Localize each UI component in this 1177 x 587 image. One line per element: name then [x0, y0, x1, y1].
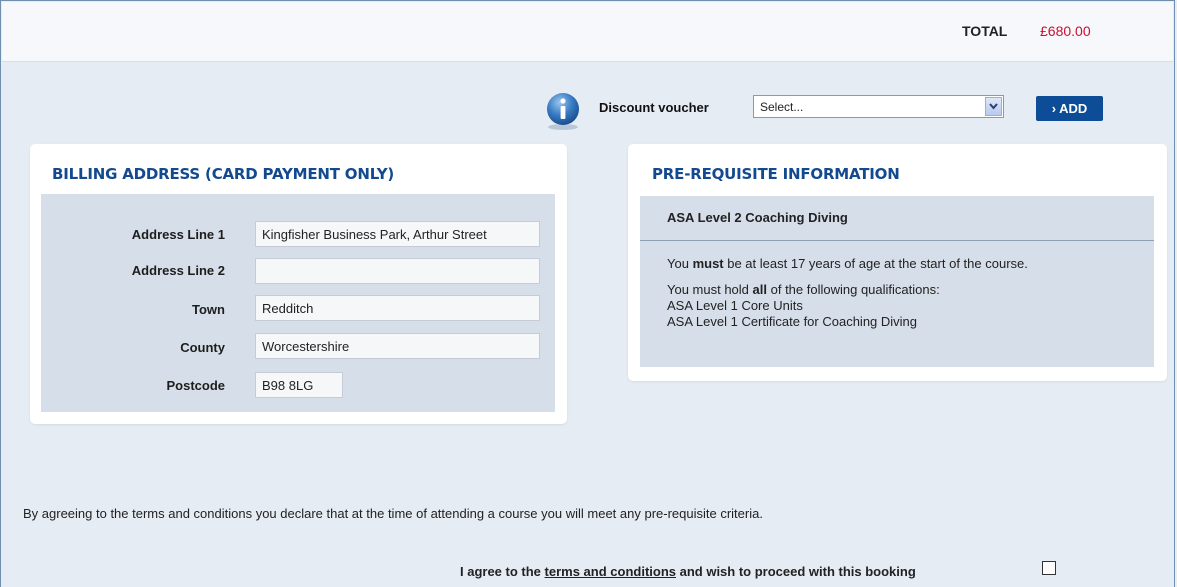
billing-address-title: BILLING ADDRESS (CARD PAYMENT ONLY) [52, 165, 395, 183]
terms-link[interactable]: terms and conditions [545, 564, 676, 579]
prerequisite-title: PRE-REQUISITE INFORMATION [652, 165, 900, 183]
town-field[interactable]: Redditch [255, 295, 540, 321]
chevron-down-icon[interactable] [985, 97, 1002, 116]
postcode-field[interactable]: B98 8LG [255, 372, 343, 398]
qual-emphasis: all [752, 282, 767, 297]
add-voucher-button[interactable]: › ADD [1036, 96, 1103, 121]
page-frame: TOTAL £680.00 Discount voucher Select...… [0, 0, 1175, 587]
prerequisite-panel: PRE-REQUISITE INFORMATION ASA Level 2 Co… [628, 144, 1167, 381]
age-post: be at least 17 years of age at the start… [723, 256, 1028, 271]
postcode-label: Postcode [166, 378, 225, 393]
total-value: £680.00 [1040, 23, 1091, 39]
agree-statement: I agree to the terms and conditions and … [460, 564, 916, 579]
prerequisite-box: ASA Level 2 Coaching Diving You must be … [640, 196, 1154, 367]
age-emphasis: must [692, 256, 724, 271]
total-label: TOTAL [962, 23, 1008, 39]
address-line-1-field[interactable]: Kingfisher Business Park, Arthur Street [255, 221, 540, 247]
qual-post: of the following qualifications: [767, 282, 940, 297]
address-line-2-label: Address Line 2 [131, 263, 225, 278]
billing-form: Address Line 1 Kingfisher Business Park,… [41, 194, 555, 412]
qualification-item: ASA Level 1 Certificate for Coaching Div… [667, 314, 918, 329]
agree-checkbox[interactable] [1042, 561, 1056, 575]
qualification-intro: You must hold all of the following quali… [667, 282, 940, 298]
prerequisite-course-header: ASA Level 2 Coaching Diving [640, 196, 1154, 241]
address-line-1-label: Address Line 1 [131, 227, 225, 242]
total-bar: TOTAL £680.00 [2, 2, 1173, 62]
discount-voucher-select[interactable]: Select... [753, 95, 1004, 118]
course-name: ASA Level 2 Coaching Diving [667, 210, 848, 225]
info-icon[interactable] [543, 91, 583, 131]
qual-pre: You must hold [667, 282, 753, 297]
agree-pre: I agree to the [460, 564, 545, 579]
age-pre: You [667, 256, 693, 271]
county-label: County [180, 340, 225, 355]
voucher-selected-value: Select... [760, 100, 804, 114]
qualification-item: ASA Level 1 Core Units [667, 298, 803, 313]
qualification-requirement: You must hold all of the following quali… [667, 282, 940, 330]
billing-address-panel: BILLING ADDRESS (CARD PAYMENT ONLY) Addr… [30, 144, 567, 424]
county-field[interactable]: Worcestershire [255, 333, 540, 359]
age-requirement: You must be at least 17 years of age at … [667, 256, 1028, 272]
agree-post: and wish to proceed with this booking [676, 564, 916, 579]
terms-declaration: By agreeing to the terms and conditions … [23, 506, 763, 521]
town-label: Town [192, 302, 225, 317]
discount-voucher-label: Discount voucher [599, 100, 709, 115]
address-line-2-field[interactable] [255, 258, 540, 284]
